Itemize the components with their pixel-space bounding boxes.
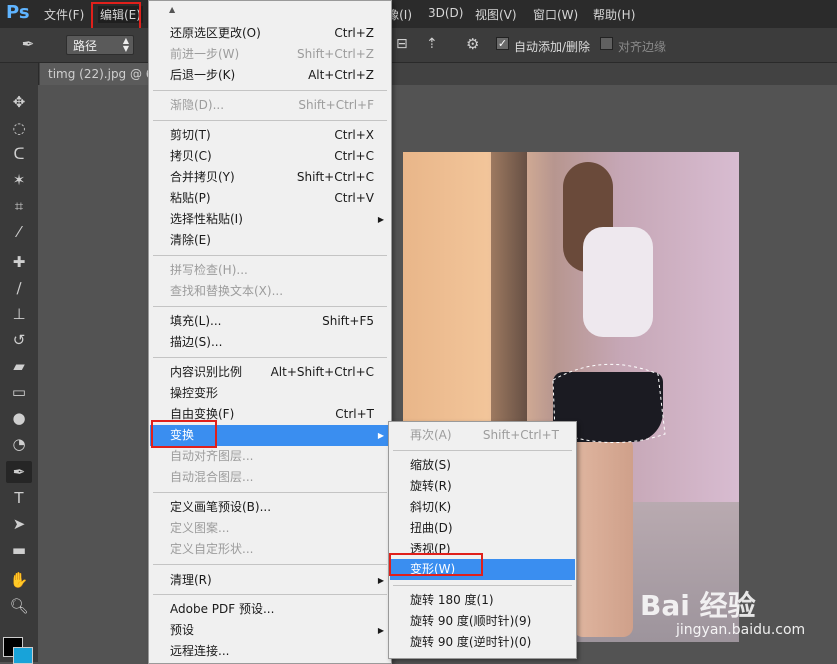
menu-view[interactable]: 视图(V) [475, 6, 517, 23]
menu-item-purge[interactable]: 清理(R) ▶ [150, 570, 390, 591]
edit-menu-highlight-box [91, 2, 141, 31]
path-align-icon[interactable]: ⊟ [396, 36, 408, 52]
auto-add-delete-checkbox[interactable]: ✓ [496, 37, 509, 50]
menu-separator [393, 585, 572, 586]
menu-item-clear[interactable]: 清除(E) [150, 230, 390, 251]
menu-item-find-replace[interactable]: 查找和替换文本(X)... [150, 281, 390, 302]
baidu-watermark-url: jingyan.baidu.com [676, 622, 806, 638]
clone-stamp-tool-icon[interactable]: ⊥ [6, 303, 32, 325]
submenu-arrow-icon: ▶ [377, 431, 384, 440]
menu-item-paste[interactable]: 粘贴(P) Ctrl+V [150, 188, 390, 209]
menu-separator [393, 450, 572, 451]
menu-item-fade[interactable]: 渐隐(D)... Shift+Ctrl+F [150, 95, 390, 116]
path-arrange-icon[interactable]: ⇡ [426, 36, 438, 52]
menu-item-stroke[interactable]: 描边(S)... [150, 332, 390, 353]
edit-menu-dropdown: ▲ 还原选区更改(O) Ctrl+Z 前进一步(W) Shift+Ctrl+Z 后退… [148, 0, 392, 664]
menu-separator [153, 357, 387, 358]
path-mode-value: 路径 [73, 39, 98, 53]
pen-tool-selected-icon[interactable]: ✒ [6, 461, 32, 483]
menu-item-copy[interactable]: 拷贝(C) Ctrl+C [150, 146, 390, 167]
menu-item-auto-align-layers[interactable]: 自动对齐图层... [150, 446, 390, 467]
photoshop-logo: Ps [6, 2, 30, 23]
submenu-item-rotate-180[interactable]: 旋转 180 度(1) [390, 590, 575, 611]
document-tab[interactable]: timg (22).jpg @ 67 [40, 63, 152, 85]
eraser-tool-icon[interactable]: ▰ [6, 355, 32, 377]
hand-tool-icon[interactable]: ✋ [6, 569, 32, 591]
menu-separator [153, 564, 387, 565]
menu-item-step-forward[interactable]: 前进一步(W) Shift+Ctrl+Z [150, 44, 390, 65]
menu-item-content-aware-scale[interactable]: 内容识别比例 Alt+Shift+Ctrl+C [150, 362, 390, 383]
move-tool-icon[interactable]: ✥ [6, 91, 32, 113]
warp-highlight-box [389, 553, 483, 576]
submenu-item-rotate-90-ccw[interactable]: 旋转 90 度(逆时针)(0) [390, 632, 575, 653]
menu-separator [153, 306, 387, 307]
menu-item-copy-merged[interactable]: 合并拷贝(Y) Shift+Ctrl+C [150, 167, 390, 188]
pen-tool-icon[interactable]: ✒ [18, 33, 38, 55]
marquee-tool-icon[interactable]: ◌ [6, 117, 32, 139]
menu-separator [153, 594, 387, 595]
history-brush-tool-icon[interactable]: ↺ [6, 329, 32, 351]
submenu-item-again[interactable]: 再次(A) Shift+Ctrl+T [390, 425, 575, 446]
menu-item-undo[interactable]: 还原选区更改(O) Ctrl+Z [150, 23, 390, 44]
menu-item-remote-connections[interactable]: 远程连接... [150, 641, 390, 662]
menu-separator [153, 255, 387, 256]
menu-window[interactable]: 窗口(W) [533, 6, 578, 23]
tools-panel: ✥ ◌ ᑕ ✶ ⌗ ⁄ ✚ ∕ ⊥ ↺ ▰ ▭ ● ◔ ✒ T ➤ ▬ ✋ 🔍︎ [0, 63, 39, 662]
menu-item-define-brush[interactable]: 定义画笔预设(B)... [150, 497, 390, 518]
transform-highlight-box [151, 420, 217, 448]
menu-item-presets[interactable]: 预设 ▶ [150, 620, 390, 641]
baidu-watermark-logo: Bai 经验 [640, 589, 756, 622]
submenu-item-skew[interactable]: 斜切(K) [390, 497, 575, 518]
menu-separator [153, 492, 387, 493]
background-color-swatch[interactable] [13, 647, 33, 664]
type-tool-icon[interactable]: T [6, 487, 32, 509]
submenu-item-rotate[interactable]: 旋转(R) [390, 476, 575, 497]
select-arrows-icon: ▲ ▼ [122, 36, 129, 53]
dodge-tool-icon[interactable]: ◔ [6, 433, 32, 455]
zoom-tool-icon[interactable]: 🔍︎ [6, 595, 32, 617]
menu-separator [153, 120, 387, 121]
align-edges-label: 对齐边缘 [618, 40, 667, 54]
menu-item-paste-special[interactable]: 选择性粘贴(I) ▶ [150, 209, 390, 230]
menu-help[interactable]: 帮助(H) [593, 6, 635, 23]
menu-image[interactable]: 图像(I) [392, 6, 412, 23]
blur-tool-icon[interactable]: ● [6, 407, 32, 429]
submenu-item-rotate-90-cw[interactable]: 旋转 90 度(顺时针)(9) [390, 611, 575, 632]
menu-item-puppet-warp[interactable]: 操控变形 [150, 383, 390, 404]
menu-item-cut[interactable]: 剪切(T) Ctrl+X [150, 125, 390, 146]
submenu-arrow-icon: ▶ [377, 626, 384, 635]
menu-item-adobe-pdf-presets[interactable]: Adobe PDF 预设... [150, 599, 390, 620]
gradient-tool-icon[interactable]: ▭ [6, 381, 32, 403]
align-edges-checkbox[interactable] [600, 37, 613, 50]
transform-submenu: 再次(A) Shift+Ctrl+T 缩放(S) 旋转(R) 斜切(K) 扭曲(D… [388, 421, 577, 659]
submenu-item-distort[interactable]: 扭曲(D) [390, 518, 575, 539]
crop-tool-icon[interactable]: ⌗ [6, 195, 32, 217]
gear-icon[interactable]: ⚙ [466, 35, 479, 53]
scroll-up-icon[interactable]: ▲ [169, 5, 175, 14]
submenu-item-scale[interactable]: 缩放(S) [390, 455, 575, 476]
lasso-tool-icon[interactable]: ᑕ [6, 143, 32, 165]
auto-add-delete-label: 自动添加/删除 [514, 40, 591, 54]
eyedropper-tool-icon[interactable]: ⁄ [6, 221, 32, 243]
magic-wand-tool-icon[interactable]: ✶ [6, 169, 32, 191]
healing-brush-tool-icon[interactable]: ✚ [6, 251, 32, 273]
menu-item-fill[interactable]: 填充(L)... Shift+F5 [150, 311, 390, 332]
menu-item-define-custom-shape[interactable]: 定义自定形状... [150, 539, 390, 560]
menu-file[interactable]: 文件(F) [44, 6, 84, 23]
menu-item-auto-blend-layers[interactable]: 自动混合图层... [150, 467, 390, 488]
path-mode-select[interactable]: 路径 ▲ ▼ [66, 35, 134, 55]
options-bar: ✒ 路径 ▲ ▼ ⊟ ⇡ ⚙ ✓ 自动添加/删除 对齐边缘 [0, 28, 837, 63]
brush-tool-icon[interactable]: ∕ [6, 277, 32, 299]
submenu-arrow-icon: ▶ [377, 215, 384, 224]
menu-3d[interactable]: 3D(D) [428, 6, 463, 20]
menu-separator [153, 90, 387, 91]
submenu-arrow-icon: ▶ [377, 576, 384, 585]
shape-tool-icon[interactable]: ▬ [6, 539, 32, 561]
menu-item-step-backward[interactable]: 后退一步(K) Alt+Ctrl+Z [150, 65, 390, 86]
menu-item-define-pattern[interactable]: 定义图案... [150, 518, 390, 539]
menu-item-spell-check[interactable]: 拼写检查(H)... [150, 260, 390, 281]
path-selection-tool-icon[interactable]: ➤ [6, 513, 32, 535]
